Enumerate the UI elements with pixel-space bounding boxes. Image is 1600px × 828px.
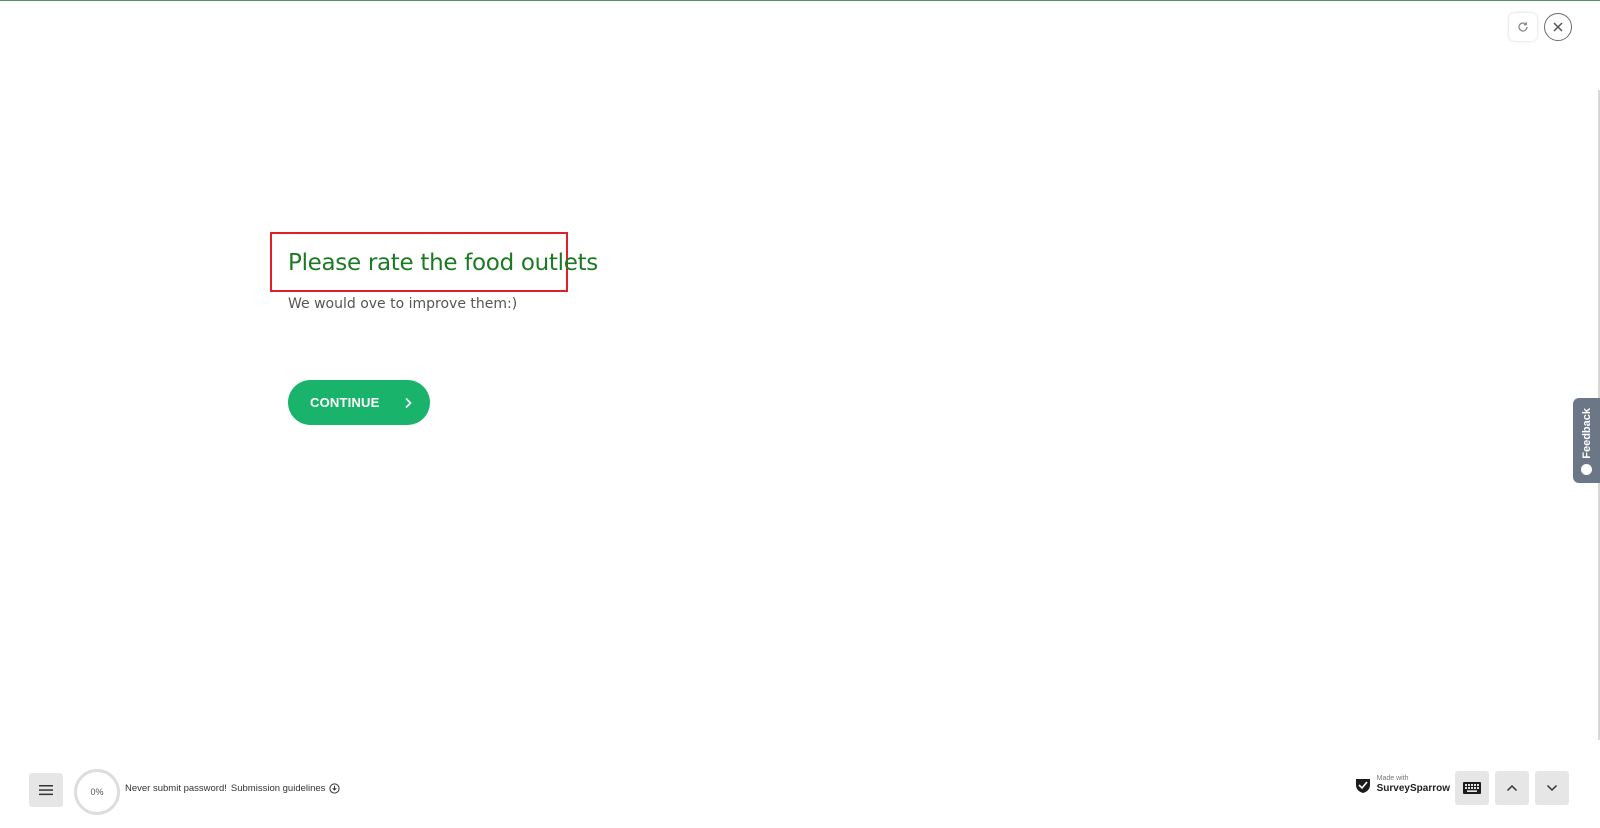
feedback-tab[interactable]: Feedback — [1573, 398, 1600, 483]
feedback-label: Feedback — [1580, 408, 1593, 459]
refresh-icon — [1518, 22, 1528, 32]
brand-name: SurveySparrow — [1376, 783, 1450, 794]
previous-question-button[interactable] — [1495, 771, 1529, 805]
disclaimer: Never submit password! Submission guidel… — [125, 783, 341, 794]
made-with-label: Made with — [1376, 775, 1409, 782]
continue-button[interactable]: CONTINUE — [288, 380, 430, 425]
info-arrow-icon[interactable] — [329, 783, 341, 794]
survey-page: Please rate the food outlets We would ov… — [0, 0, 1600, 828]
footer-bar: 0% Never submit password! Submission gui… — [0, 758, 1600, 828]
chevron-down-icon — [1546, 784, 1558, 792]
surveysparrow-logo-icon — [1355, 778, 1370, 793]
disclaimer-text: Never submit password! — [125, 783, 227, 794]
navigation-buttons — [1455, 771, 1569, 805]
question-title: Please rate the food outlets — [288, 250, 598, 276]
refresh-button[interactable] — [1509, 13, 1537, 41]
continue-label: CONTINUE — [310, 395, 380, 410]
top-divider — [0, 0, 1600, 1]
progress-indicator: 0% — [74, 769, 120, 815]
chevron-up-icon — [1506, 784, 1518, 792]
top-controls — [1509, 13, 1572, 41]
hamburger-icon — [39, 785, 53, 796]
close-icon — [1553, 22, 1563, 32]
submission-guidelines-link[interactable]: Submission guidelines — [231, 783, 326, 794]
close-button[interactable] — [1544, 13, 1572, 41]
chevron-right-icon — [404, 397, 412, 409]
next-question-button[interactable] — [1535, 771, 1569, 805]
keyboard-icon — [1463, 782, 1481, 794]
question-subtitle: We would ove to improve them:) — [288, 296, 518, 312]
feedback-smile-icon — [1581, 464, 1592, 475]
keyboard-shortcuts-button[interactable] — [1455, 771, 1489, 805]
surveysparrow-branding[interactable]: Made with SurveySparrow — [1354, 775, 1450, 794]
menu-button[interactable] — [29, 773, 63, 807]
progress-percent: 0% — [90, 787, 104, 797]
